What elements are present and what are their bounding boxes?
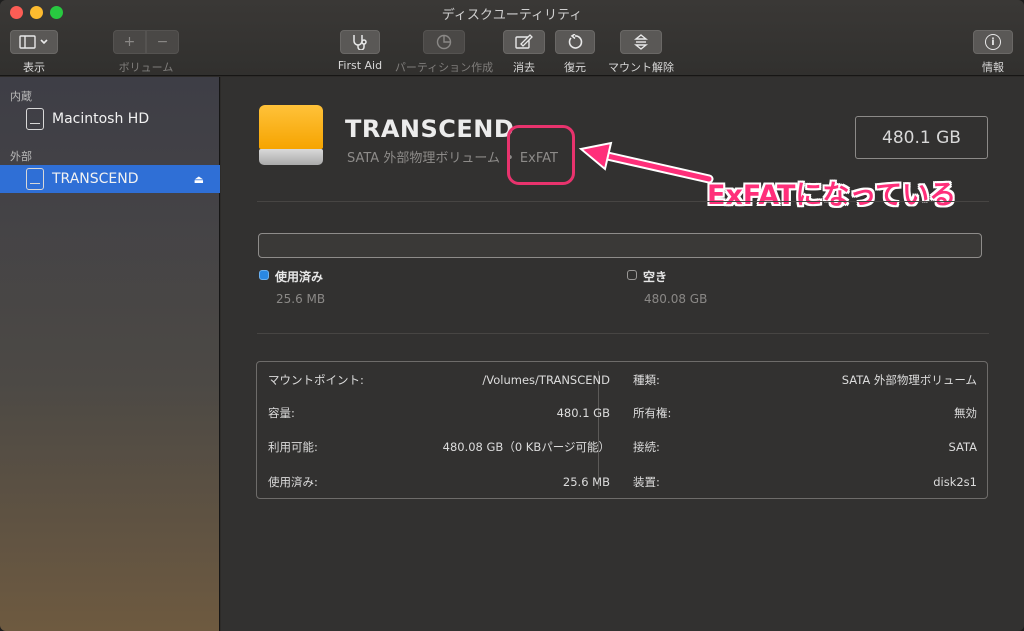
info-label: 容量: [268, 406, 295, 420]
info-row-type: 種類: SATA 外部物理ボリューム [633, 370, 977, 390]
info-label: 情報 [982, 61, 1004, 74]
erase-label: 消去 [513, 61, 535, 74]
erase-pencil-icon [515, 34, 533, 49]
stethoscope-icon [353, 35, 367, 50]
info-row-mount-point: マウントポイント: /Volumes/TRANSCEND [268, 370, 610, 390]
info-label: 装置: [633, 475, 660, 489]
restore-arrow-icon [568, 34, 583, 49]
info-value: 25.6 MB [562, 475, 610, 489]
sidebar-item-macintosh-hd[interactable]: Macintosh HD [0, 105, 220, 133]
free-legend-swatch [627, 270, 637, 280]
sidebar-item-label: Macintosh HD [52, 111, 150, 127]
eject-icon[interactable]: ⏏ [194, 173, 204, 186]
divider [257, 201, 989, 202]
volume-detail-pane: TRANSCEND SATA 外部物理ボリューム • ExFAT 480.1 G… [221, 77, 1024, 631]
usage-bar [258, 233, 982, 258]
toolbar: ディスクユーティリティ 表示 + − ボリューム First Aid パーティシ… [0, 0, 1024, 76]
used-value: 25.6 MB [276, 292, 326, 306]
window-title: ディスクユーティリティ [441, 8, 583, 23]
partition-button[interactable] [423, 30, 465, 54]
used-legend-swatch [259, 270, 269, 280]
first-aid-button[interactable] [340, 30, 380, 54]
info-button[interactable]: i [973, 30, 1013, 54]
info-value: 480.1 GB [556, 406, 610, 420]
unmount-label: マウント解除 [608, 61, 674, 74]
partition-label: パーティション作成 [394, 61, 494, 74]
info-label: 接続: [633, 440, 660, 454]
info-row-capacity: 容量: 480.1 GB [268, 403, 610, 423]
sidebar-item-transcend[interactable]: TRANSCEND ⏏ [0, 165, 220, 193]
first-aid-label: First Aid [337, 59, 383, 72]
info-row-used: 使用済み: 25.6 MB [268, 472, 610, 492]
internal-disk-icon [26, 108, 44, 130]
info-label: マウントポイント: [268, 373, 364, 387]
sidebar-section-external: 外部 [10, 150, 32, 163]
sidebar-toggle-icon [19, 35, 48, 49]
info-label: 利用可能: [268, 440, 318, 454]
info-icon: i [985, 34, 1001, 50]
view-button[interactable] [10, 30, 58, 54]
volume-name: TRANSCEND [345, 115, 515, 143]
info-value: 480.08 GB（0 KBパージ可能） [442, 440, 610, 454]
pie-partition-icon [436, 34, 452, 50]
restore-label: 復元 [564, 61, 586, 74]
info-row-available: 利用可能: 480.08 GB（0 KBパージ可能） [268, 437, 610, 457]
sidebar: 内蔵 Macintosh HD 外部 TRANSCEND ⏏ [0, 77, 220, 631]
external-disk-icon [26, 168, 44, 190]
unmount-icon [634, 34, 648, 50]
annotation-text: ExFATになっている [707, 180, 957, 211]
disk-utility-window: ディスクユーティリティ 表示 + − ボリューム First Aid パーティシ… [0, 0, 1024, 631]
free-value: 480.08 GB [644, 292, 708, 306]
info-value: SATA 外部物理ボリューム [841, 373, 977, 387]
info-label: 使用済み: [268, 475, 318, 489]
used-label: 使用済み [275, 270, 324, 284]
info-value: 無効 [954, 406, 977, 420]
info-value: /Volumes/TRANSCEND [482, 373, 610, 387]
erase-button[interactable] [503, 30, 545, 54]
info-row-connection: 接続: SATA [633, 437, 977, 457]
sidebar-item-label: TRANSCEND [52, 171, 139, 187]
restore-button[interactable] [555, 30, 595, 54]
divider [257, 333, 989, 334]
remove-volume-button[interactable]: − [146, 30, 179, 54]
volume-type: SATA 外部物理ボリューム [347, 151, 500, 166]
annotation-arrow-icon [578, 141, 714, 184]
unmount-button[interactable] [620, 30, 662, 54]
info-row-device: 装置: disk2s1 [633, 472, 977, 492]
volume-capacity-badge: 480.1 GB [855, 116, 988, 159]
info-value: disk2s1 [933, 475, 977, 489]
info-label: 種類: [633, 373, 660, 387]
info-row-ownership: 所有権: 無効 [633, 403, 977, 423]
view-label: 表示 [23, 61, 45, 74]
info-label: 所有権: [633, 406, 672, 420]
external-drive-icon [259, 105, 323, 167]
info-value: SATA [948, 440, 978, 454]
volume-label: ボリューム [118, 61, 174, 74]
free-label: 空き [643, 270, 668, 284]
add-volume-button[interactable]: + [113, 30, 146, 54]
format-highlight-box [507, 125, 575, 185]
sidebar-section-internal: 内蔵 [10, 90, 32, 103]
